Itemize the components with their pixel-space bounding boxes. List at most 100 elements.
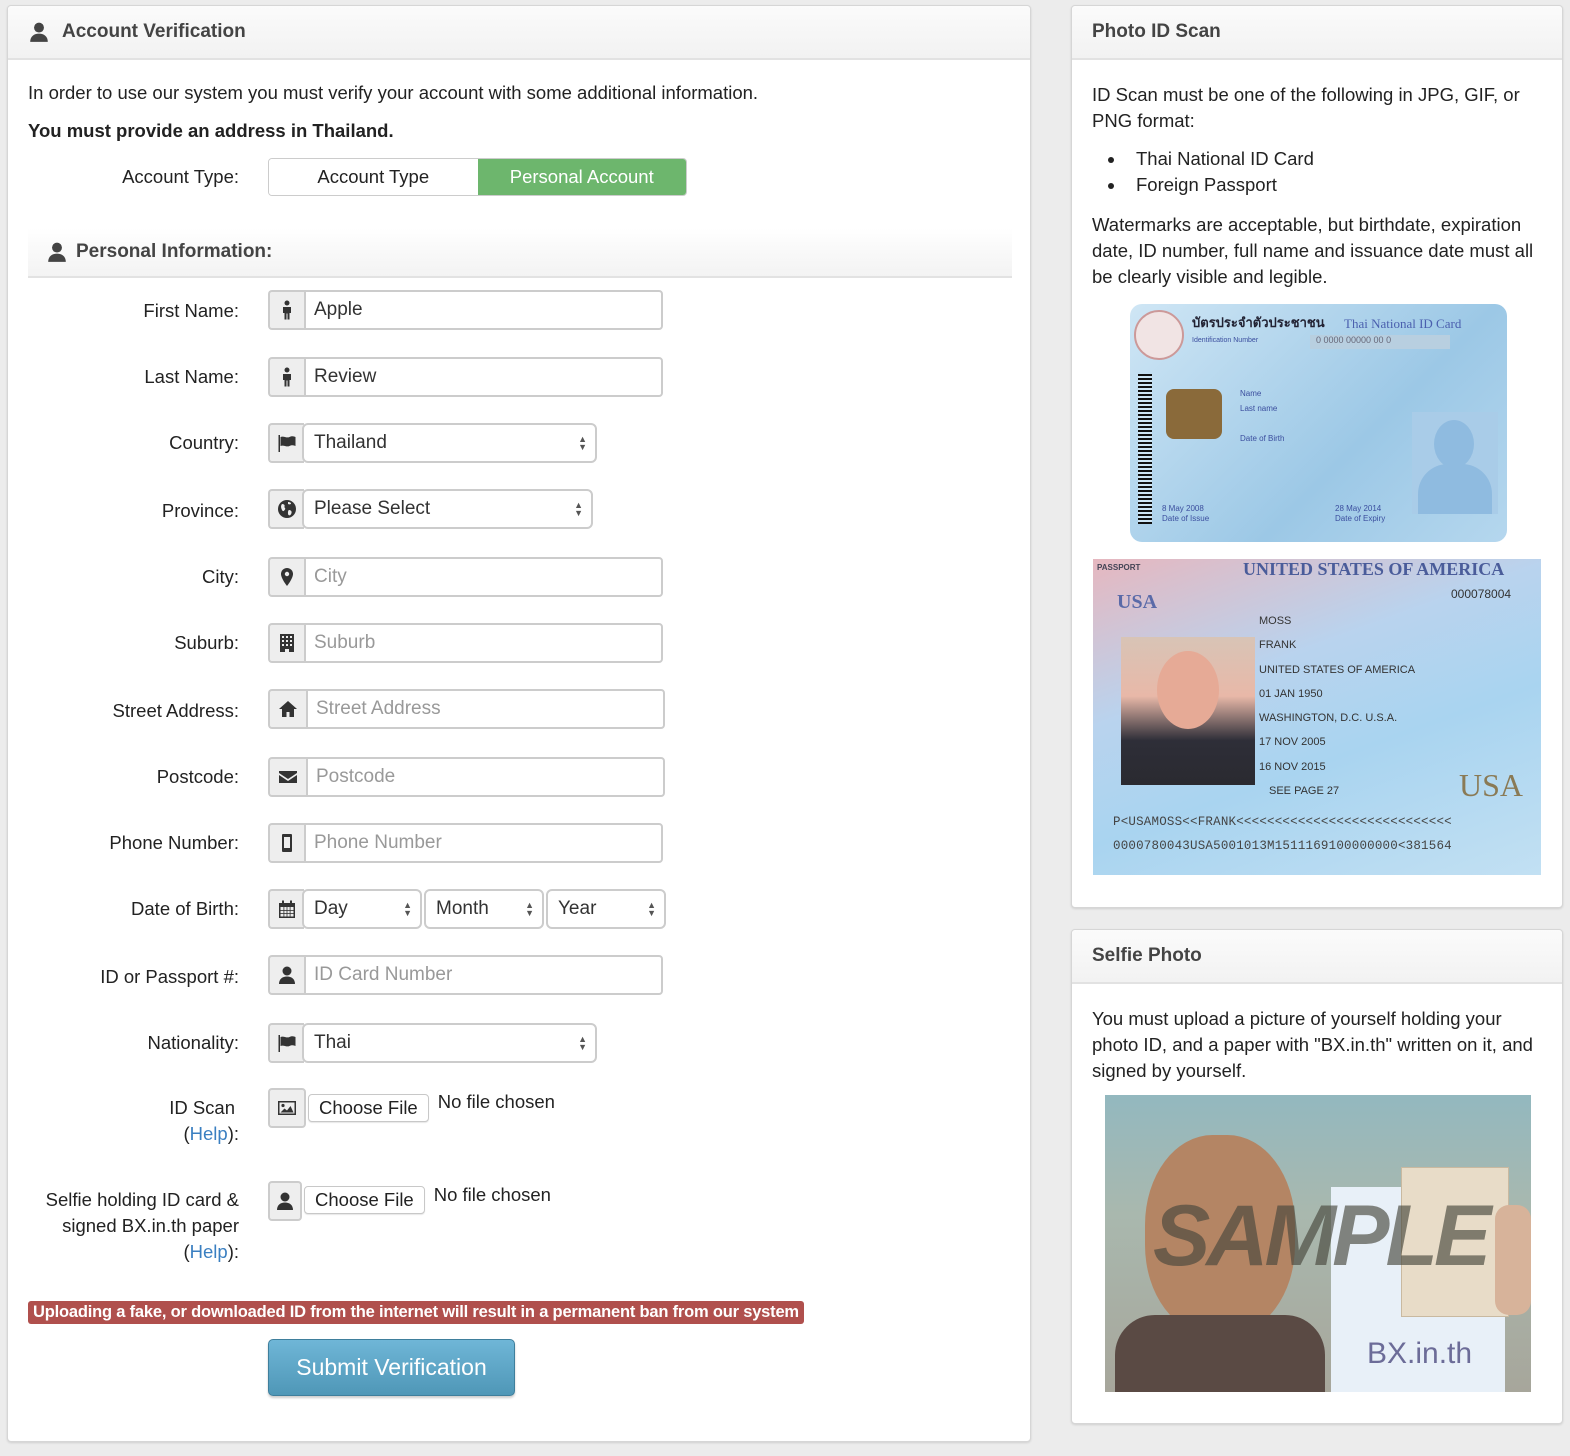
passport-mrz-line1: P<USAMOSS<<FRANK<<<<<<<<<<<<<<<<<<<<<<<<… [1113,815,1452,829]
nationality-label: Nationality: [147,1032,239,1053]
suburb-input[interactable] [304,623,663,663]
suburb-label: Suburb: [174,632,239,653]
id-scan-label-text: ID Scan [169,1097,235,1118]
male-icon [277,300,297,320]
photo-id-intro: ID Scan must be one of the following in … [1092,84,1520,131]
mobile-icon [277,833,297,853]
dob-label: Date of Birth [1240,434,1285,443]
country-select[interactable]: Thailand ▲ ▼ [302,423,597,463]
flag-icon [277,1033,297,1053]
photo-id-scan-panel: Photo ID Scan ID Scan must be one of the… [1071,5,1563,908]
id-scan-label: ID Scan [169,1095,235,1121]
issue-date: 8 May 2008 [1162,504,1204,513]
card-photo-placeholder [1412,412,1498,514]
home-icon [278,699,298,719]
user-icon [277,965,297,985]
selfie-label-line2: signed BX.in.th paper [62,1215,239,1236]
postcode-input[interactable] [306,757,665,797]
country-label: Country: [169,432,239,453]
selfie-photo-panel: Selfie Photo You must upload a picture o… [1071,929,1563,1424]
user-icon [28,21,50,43]
passport-nationality: UNITED STATES OF AMERICA [1259,663,1416,676]
name-label: Name [1240,389,1262,398]
expiry-date: 28 May 2014 [1335,504,1382,513]
id-scan-help-link[interactable]: Help [190,1123,228,1144]
phone-number-label: Phone Number: [109,832,239,853]
last-name-input[interactable] [304,357,663,397]
select-arrows-icon: ▲ ▼ [647,900,656,918]
selfie-instructions: You must upload a picture of yourself ho… [1092,1008,1533,1081]
expiry-label: Date of Expiry [1335,514,1386,523]
selfie-file-status: No file chosen [433,1184,551,1205]
barcode [1138,374,1152,524]
passport-usa-logo: USA [1117,591,1158,613]
submit-verification-button[interactable]: Submit Verification [268,1339,515,1396]
passport-dob: 01 JAN 1950 [1259,687,1323,700]
id-scan-help-line: (Help): [183,1121,239,1147]
id-passport-label: ID or Passport #: [100,966,239,987]
select-arrows-icon: ▲ ▼ [578,1034,587,1052]
selfie-upload: Choose File No file chosen [268,1181,551,1221]
list-item: Thai National ID Card [1126,146,1314,172]
panel-title: Photo ID Scan [1092,21,1221,42]
id-scan-choose-file-button[interactable]: Choose File [308,1094,429,1122]
card-title-th: บัตรประจำตัวประชาชน [1192,315,1325,330]
sample-watermark: SAMPLE [1153,1188,1491,1284]
selfie-choose-file-button[interactable]: Choose File [304,1186,425,1214]
day-select[interactable]: Day ▲ ▼ [302,889,422,929]
passport-number: 000078004 [1451,587,1512,601]
passport-usa-mark: USA [1459,767,1524,803]
panel-heading: Photo ID Scan [1072,6,1562,60]
passport-fields: MOSS FRANK UNITED STATES OF AMERICA 01 J… [1259,609,1415,803]
panel-heading: Account Verification [8,6,1030,60]
account-type-option[interactable]: Account Type [269,159,478,195]
suburb-group [268,623,663,663]
phone-number-input[interactable] [304,823,663,863]
last-name-label: Last Name: [144,366,239,387]
passport-endorsements: SEE PAGE 27 [1269,785,1340,798]
passport-mrz-line2: 0000780043USA5001013M1511169100000000<38… [1113,839,1452,853]
select-arrows-icon: ▲ ▼ [578,434,587,452]
day-value: Day [314,898,348,919]
issue-label: Date of Issue [1162,514,1210,523]
id-scan-upload: Choose File No file chosen [268,1088,555,1128]
first-name-input[interactable] [304,290,663,330]
card-id-number: 0 0000 00000 00 0 [1310,335,1450,349]
personal-information-heading: Personal Information: [28,228,1012,278]
accepted-id-list: Thai National ID Card Foreign Passport [1092,146,1314,198]
passport-pob: WASHINGTON, D.C. U.S.A. [1259,712,1398,725]
id-number-group [268,955,663,995]
year-select[interactable]: Year ▲ ▼ [546,889,666,929]
paren-close: ): [227,1123,239,1144]
id-scan-file-status: No file chosen [437,1091,555,1112]
month-value: Month [436,898,489,919]
male-icon [277,367,297,387]
passport-surname: MOSS [1259,615,1292,627]
street-address-input[interactable] [306,689,665,729]
city-input[interactable] [304,557,663,597]
province-value: Please Select [314,498,431,519]
nationality-select[interactable]: Thai ▲ ▼ [302,1023,597,1063]
panel-heading: Selfie Photo [1072,930,1562,984]
globe-icon [277,499,297,519]
select-arrows-icon: ▲ ▼ [403,900,412,918]
province-label: Province: [161,500,239,521]
nationality-value: Thai [314,1032,351,1053]
passport-header: UNITED STATES OF AMERICA [1243,559,1505,579]
hand [1495,1205,1531,1315]
street-address-label: Street Address: [112,700,239,721]
card-issue: 8 May 2008 Date of Issue [1162,504,1209,524]
passport-type-label: PASSPORT [1097,563,1141,572]
city-group [268,557,663,597]
panel-title: Selfie Photo [1092,945,1202,966]
month-select[interactable]: Month ▲ ▼ [424,889,544,929]
paren-close: ): [227,1241,239,1262]
section-title: Personal Information: [76,241,273,262]
province-select[interactable]: Please Select ▲ ▼ [302,489,593,529]
user-icon [275,1191,295,1211]
selfie-help-link[interactable]: Help [190,1241,228,1262]
card-id-label: Identification Number [1192,337,1259,344]
id-number-input[interactable] [304,955,663,995]
province-group: Please Select ▲ ▼ [268,489,593,529]
personal-account-option[interactable]: Personal Account [477,159,686,195]
